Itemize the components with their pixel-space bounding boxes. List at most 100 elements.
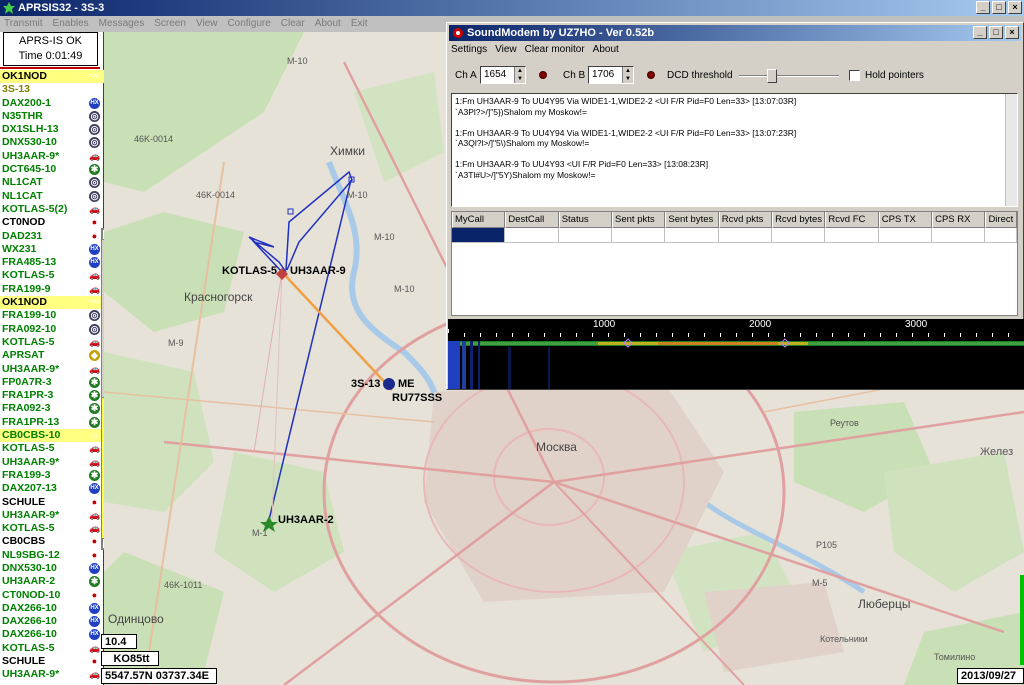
station-list-item[interactable]: SCHULE ● bbox=[0, 496, 104, 509]
station-list-item[interactable]: KOTLAS-5 🚗 bbox=[0, 269, 104, 282]
grid-column-header[interactable]: CPS RX bbox=[932, 212, 986, 228]
station-list-item[interactable]: UH3AAR-9* 🚗 bbox=[0, 363, 104, 376]
stats-grid[interactable]: MyCall DestCall Status Sent pkts Sent bytes R… bbox=[451, 211, 1018, 316]
sm-menu-view[interactable]: View bbox=[495, 42, 517, 58]
station-list-item[interactable]: FRA092-3 ✱ bbox=[0, 402, 104, 415]
station-list-item[interactable]: CB0CBS ● bbox=[0, 535, 104, 548]
station-list-item[interactable]: DAD231 ● bbox=[0, 230, 104, 243]
hold-pointers-checkbox[interactable] bbox=[849, 70, 860, 81]
station-list-item[interactable]: DNX530-10 ◎ bbox=[0, 136, 104, 149]
grid-column-header[interactable]: Sent bytes bbox=[665, 212, 719, 228]
station-list-item[interactable]: APRSAT ◆ bbox=[0, 349, 104, 362]
station-list-item[interactable]: KOTLAS-5 🚗 bbox=[0, 642, 104, 655]
sm-menu-settings[interactable]: Settings bbox=[451, 42, 487, 58]
station-list-item[interactable]: UH3AAR-9* 🚗 bbox=[0, 509, 104, 522]
cha-stepper[interactable]: 1654 ▲ ▼ bbox=[480, 66, 526, 84]
station-list-item[interactable]: DX1SLH-13 ◎ bbox=[0, 123, 104, 136]
monitor-text[interactable]: 1:Fm UH3AAR-9 To UU4Y95 Via WIDE1-1,WIDE… bbox=[451, 93, 1018, 207]
station-list-item[interactable]: UH3AAR-9* 🚗 bbox=[0, 150, 104, 163]
station-list-item[interactable]: NL9SBG-12 ● bbox=[0, 549, 104, 562]
grid-cell[interactable] bbox=[825, 228, 879, 243]
grid-column-header[interactable]: CPS TX bbox=[878, 212, 933, 228]
station-list-item[interactable]: FRA199-10 ◎ bbox=[0, 309, 104, 322]
sm-close-button[interactable]: × bbox=[1005, 26, 1019, 39]
station-list-item[interactable]: DAX266-10 HX bbox=[0, 602, 104, 615]
grid-cell[interactable] bbox=[772, 228, 826, 243]
sm-menu-clear-monitor[interactable]: Clear monitor bbox=[525, 42, 585, 58]
grid-column-header[interactable]: Status bbox=[558, 212, 613, 228]
grid-column-header[interactable]: Sent pkts bbox=[612, 212, 666, 228]
menu-transmit[interactable]: Transmit bbox=[4, 16, 43, 32]
menu-messages[interactable]: Messages bbox=[99, 16, 145, 32]
station-list-item[interactable]: FRA092-10 ◎ bbox=[0, 323, 104, 336]
map-station-me[interactable]: ME bbox=[398, 378, 415, 390]
map-station-ru77sss[interactable]: RU77SSS bbox=[392, 392, 442, 404]
station-list-item[interactable]: WX231 HX bbox=[0, 243, 104, 256]
sm-maximize-button[interactable]: □ bbox=[989, 26, 1003, 39]
grid-cell[interactable] bbox=[665, 228, 719, 243]
station-list-item[interactable]: FRA1PR-13 ✱ bbox=[0, 416, 104, 429]
grid-column-header[interactable]: Rcvd bytes bbox=[772, 212, 826, 228]
station-list-item[interactable]: OK1NOD 〰 bbox=[0, 296, 104, 310]
map-station-kotlas[interactable]: KOTLAS-5 bbox=[222, 265, 277, 277]
grid-column-header[interactable]: Rcvd pkts bbox=[718, 212, 773, 228]
sm-menu-about[interactable]: About bbox=[593, 42, 619, 58]
station-list-item[interactable]: FRA485-13 HX bbox=[0, 256, 104, 269]
chb-spin-buttons[interactable]: ▲ ▼ bbox=[622, 67, 633, 83]
map-station-uh3aar-9[interactable]: UH3AAR-9 bbox=[290, 265, 346, 277]
station-list-item[interactable]: CT0NOD ● bbox=[0, 216, 104, 229]
station-list-item[interactable]: NL1CAT ◎ bbox=[0, 176, 104, 189]
dcd-slider-thumb[interactable] bbox=[767, 69, 777, 83]
maximize-button[interactable]: □ bbox=[992, 1, 1006, 14]
station-list-item[interactable]: DNX530-10 HX bbox=[0, 562, 104, 575]
station-list-item[interactable]: UH3AAR-2 ✱ bbox=[0, 575, 104, 588]
grid-cell[interactable] bbox=[612, 228, 666, 243]
station-list-item[interactable]: SCHULE ● bbox=[0, 655, 104, 668]
station-list-item[interactable]: CB0CBS-10 ⌂ bbox=[0, 429, 104, 443]
minimize-button[interactable]: _ bbox=[976, 1, 990, 14]
menu-exit[interactable]: Exit bbox=[351, 16, 368, 32]
monitor-scrollbar[interactable] bbox=[1005, 94, 1017, 206]
cha-spin-buttons[interactable]: ▲ ▼ bbox=[514, 67, 525, 83]
dcd-threshold-slider[interactable] bbox=[739, 69, 839, 83]
station-list-item[interactable]: DAX200-1 HX bbox=[0, 97, 104, 110]
grid-cell[interactable] bbox=[718, 228, 773, 243]
sm-minimize-button[interactable]: _ bbox=[973, 26, 987, 39]
close-button[interactable]: × bbox=[1008, 1, 1022, 14]
waterfall-display[interactable]: 1000 2000 3000 bbox=[448, 319, 1024, 389]
station-list-item[interactable]: KOTLAS-5 🚗 bbox=[0, 442, 104, 455]
menu-clear[interactable]: Clear bbox=[281, 16, 305, 32]
grid-cell[interactable] bbox=[452, 228, 506, 243]
station-list-item[interactable]: OK1NOD 〰 bbox=[0, 70, 104, 84]
map-station-uh3aar-2[interactable]: UH3AAR-2 bbox=[278, 514, 334, 526]
station-list-item[interactable]: 3S-13 bbox=[0, 83, 104, 96]
stats-grid-row[interactable] bbox=[452, 228, 1017, 243]
grid-cell[interactable] bbox=[505, 228, 559, 243]
grid-cell[interactable] bbox=[985, 228, 1017, 243]
station-list-item[interactable]: N35THR ◎ bbox=[0, 110, 104, 123]
station-list-item[interactable]: KOTLAS-5(2) 🚗 bbox=[0, 203, 104, 216]
menu-configure[interactable]: Configure bbox=[227, 16, 270, 32]
station-list-item[interactable]: FRA199-3 ✱ bbox=[0, 469, 104, 482]
grid-cell[interactable] bbox=[558, 228, 613, 243]
grid-column-header[interactable]: Direct bbox=[985, 212, 1017, 228]
menu-screen[interactable]: Screen bbox=[154, 16, 186, 32]
station-list-item[interactable]: DAX266-10 HX bbox=[0, 628, 104, 641]
station-list-item[interactable]: DAX207-13 HX bbox=[0, 482, 104, 495]
menu-enables[interactable]: Enables bbox=[53, 16, 89, 32]
station-list-item[interactable]: NL1CAT ◎ bbox=[0, 190, 104, 203]
station-list-item[interactable]: KOTLAS-5 🚗 bbox=[0, 336, 104, 349]
station-list-item[interactable]: FP0A7R-3 ✱ bbox=[0, 376, 104, 389]
station-list-item[interactable]: UH3AAR-9* 🚗 bbox=[0, 456, 104, 469]
map-station-3s-13[interactable]: 3S-13 bbox=[351, 378, 380, 390]
station-list-item[interactable]: DAX266-10 HX bbox=[0, 615, 104, 628]
station-list-item[interactable]: KOTLAS-5 🚗 bbox=[0, 522, 104, 535]
grid-column-header[interactable]: DestCall bbox=[505, 212, 559, 228]
station-list-item[interactable]: FRA1PR-3 ✱ bbox=[0, 389, 104, 402]
grid-cell[interactable] bbox=[932, 228, 986, 243]
grid-column-header[interactable]: MyCall bbox=[452, 212, 506, 228]
grid-column-header[interactable]: Rcvd FC bbox=[825, 212, 879, 228]
menu-about[interactable]: About bbox=[315, 16, 341, 32]
station-list-item[interactable]: FRA199-9 🚗 bbox=[0, 283, 104, 296]
menu-view[interactable]: View bbox=[196, 16, 218, 32]
